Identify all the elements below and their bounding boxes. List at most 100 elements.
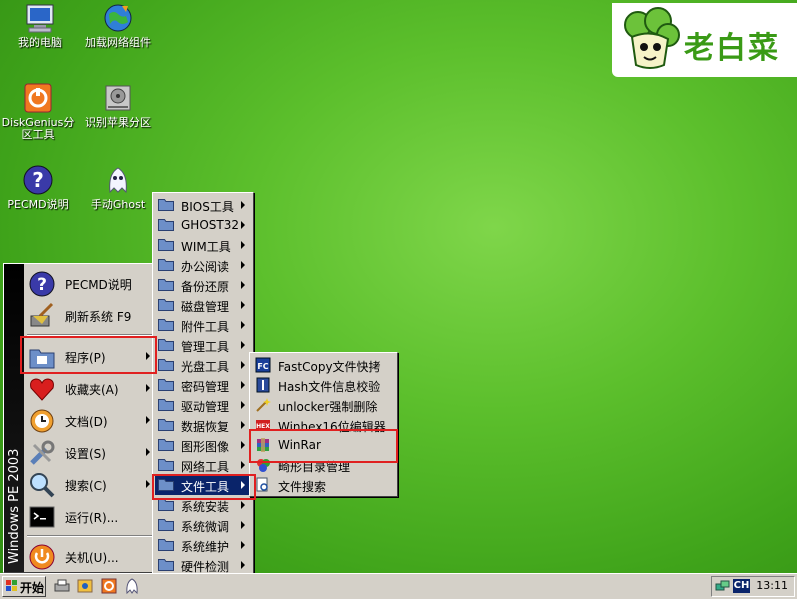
logo-text: 老白菜 xyxy=(684,31,780,66)
file-tools-item-label: WinRar xyxy=(278,438,321,452)
submenu-arrow-icon xyxy=(146,416,150,424)
submenu-arrow-icon xyxy=(241,461,245,469)
programs-item-label: 办公阅读 xyxy=(181,260,230,274)
start-item-label: 搜索(C) xyxy=(65,479,107,493)
start-button-label: 开始 xyxy=(20,581,45,595)
programs-item-label: 磁盘管理 xyxy=(181,300,230,314)
programs-item[interactable]: 磁盘管理 xyxy=(155,295,251,315)
programs-item[interactable]: 系统安装 xyxy=(155,495,251,515)
programs-item-label: 系统维护 xyxy=(181,540,230,554)
svg-text:Windows PE 2003: Windows PE 2003 xyxy=(7,449,22,564)
start-item-pecmd-help[interactable]: ? PECMD说明 xyxy=(25,267,154,299)
programs-item[interactable]: BIOS工具 xyxy=(155,195,251,215)
desktop-icon-load-network[interactable]: 加载网络组件 xyxy=(78,2,158,49)
file-tools-item[interactable]: 文件搜索 xyxy=(252,475,395,495)
programs-item[interactable]: WIM工具 xyxy=(155,235,251,255)
ghost-icon xyxy=(102,164,134,196)
folder-icon xyxy=(158,278,174,291)
quicklaunch-explorer-icon[interactable] xyxy=(76,577,94,595)
folder-icon xyxy=(158,478,174,491)
language-indicator[interactable]: CH xyxy=(733,579,750,593)
desktop-icon-my-computer[interactable]: 我的电脑 xyxy=(0,2,80,49)
start-item-documents[interactable]: 文档(D) xyxy=(25,404,154,436)
run-console-icon xyxy=(28,503,56,531)
network-tray-icon[interactable] xyxy=(715,579,730,594)
folder-icon xyxy=(158,458,174,471)
submenu-arrow-icon xyxy=(241,301,245,309)
directory-manager-icon xyxy=(255,457,271,473)
desktop-icon-diskgenius[interactable]: DiskGenius分区工具 xyxy=(0,82,78,141)
quicklaunch-ghost-icon[interactable] xyxy=(123,577,141,595)
file-tools-item[interactable]: FC FastCopy文件快拷 xyxy=(252,355,395,375)
start-item-run[interactable]: 运行(R)... xyxy=(25,500,154,532)
programs-item[interactable]: 备份还原 xyxy=(155,275,251,295)
folder-icon xyxy=(158,378,174,391)
programs-item-label: 光盘工具 xyxy=(181,360,230,374)
file-tools-item[interactable]: WinRar xyxy=(252,435,395,455)
submenu-arrow-icon xyxy=(146,352,150,360)
folder-icon xyxy=(158,358,174,371)
desktop-icon-apple-partition[interactable]: 识别苹果分区 xyxy=(78,82,158,129)
file-tools-item[interactable]: Hash文件信息校验 xyxy=(252,375,395,395)
folder-icon xyxy=(158,318,174,331)
programs-item[interactable]: 数据恢复 xyxy=(155,415,251,435)
programs-item[interactable]: 管理工具 xyxy=(155,335,251,355)
fastcopy-icon: FC xyxy=(255,357,271,373)
programs-item-label: 图形图像 xyxy=(181,440,230,454)
desktop-icon-pecmd-help[interactable]: ? PECMD说明 xyxy=(0,164,78,211)
programs-item[interactable]: 密码管理 xyxy=(155,375,251,395)
programs-item-label: 管理工具 xyxy=(181,340,230,354)
programs-item[interactable]: 图形图像 xyxy=(155,435,251,455)
start-item-search[interactable]: 搜索(C) xyxy=(25,468,154,500)
start-item-refresh[interactable]: 刷新系统 F9 xyxy=(25,299,154,331)
folder-icon xyxy=(158,338,174,351)
svg-text:?: ? xyxy=(37,275,47,295)
programs-item[interactable]: 附件工具 xyxy=(155,315,251,335)
quicklaunch-printer-icon[interactable] xyxy=(53,577,71,595)
start-item-label: 运行(R)... xyxy=(65,511,119,525)
programs-item[interactable]: GHOST32 xyxy=(155,215,251,235)
submenu-arrow-icon xyxy=(241,261,245,269)
help-icon: ? xyxy=(22,164,54,196)
start-item-programs[interactable]: 程序(P) xyxy=(25,340,154,372)
programs-item-label: 密码管理 xyxy=(181,380,230,394)
programs-item[interactable]: 光盘工具 xyxy=(155,355,251,375)
folder-icon xyxy=(158,198,174,211)
desktop-icon-manual-ghost[interactable]: 手动Ghost xyxy=(78,164,158,211)
cabbage-mascot-icon xyxy=(618,7,682,73)
programs-item[interactable]: 驱动管理 xyxy=(155,395,251,415)
start-menu: Windows PE 2003 ? PECMD说明 刷新系统 F9 程序(P) … xyxy=(3,263,157,573)
programs-item-label: 数据恢复 xyxy=(181,420,230,434)
programs-item-label: BIOS工具 xyxy=(181,200,234,214)
file-tools-item[interactable]: unlocker强制删除 xyxy=(252,395,395,415)
programs-item[interactable]: 系统微调 xyxy=(155,515,251,535)
start-button[interactable]: 开始 xyxy=(2,576,46,597)
start-item-label: 刷新系统 F9 xyxy=(65,310,132,324)
diskgenius-icon xyxy=(22,82,54,114)
start-menu-sidebar: Windows PE 2003 xyxy=(4,264,24,572)
quicklaunch-disk-icon[interactable] xyxy=(100,577,118,595)
file-tools-item[interactable]: HEX Winhex16位编辑器 xyxy=(252,415,395,435)
programs-item[interactable]: 系统维护 xyxy=(155,535,251,555)
submenu-arrow-icon xyxy=(241,221,245,229)
programs-submenu: BIOS工具 GHOST32 WIM工具办公阅读备份还原磁盘管理附件工具管理工具光盘… xyxy=(152,192,254,598)
file-tools-item[interactable]: 畸形目录管理 xyxy=(252,455,395,475)
file-tools-item-label: 文件搜索 xyxy=(278,480,327,494)
programs-item[interactable]: 文件工具 xyxy=(155,475,251,495)
start-item-favorites[interactable]: 收藏夹(A) xyxy=(25,372,154,404)
start-item-label: 设置(S) xyxy=(65,447,106,461)
submenu-arrow-icon xyxy=(241,561,245,569)
laobaicai-logo: 老白菜 xyxy=(612,3,797,77)
start-item-settings[interactable]: 设置(S) xyxy=(25,436,154,468)
programs-item-label: 驱动管理 xyxy=(181,400,230,414)
programs-item[interactable]: 网络工具 xyxy=(155,455,251,475)
programs-item-label: 附件工具 xyxy=(181,320,230,334)
documents-clock-icon xyxy=(28,407,56,435)
programs-item[interactable]: 硬件检测 xyxy=(155,555,251,575)
folder-icon xyxy=(158,218,174,231)
desktop-icon-label: 手动Ghost xyxy=(90,198,146,211)
programs-item[interactable]: 办公阅读 xyxy=(155,255,251,275)
start-item-shutdown[interactable]: 关机(U)... xyxy=(25,540,154,572)
submenu-arrow-icon xyxy=(241,481,245,489)
programs-item-label: 备份还原 xyxy=(181,280,230,294)
